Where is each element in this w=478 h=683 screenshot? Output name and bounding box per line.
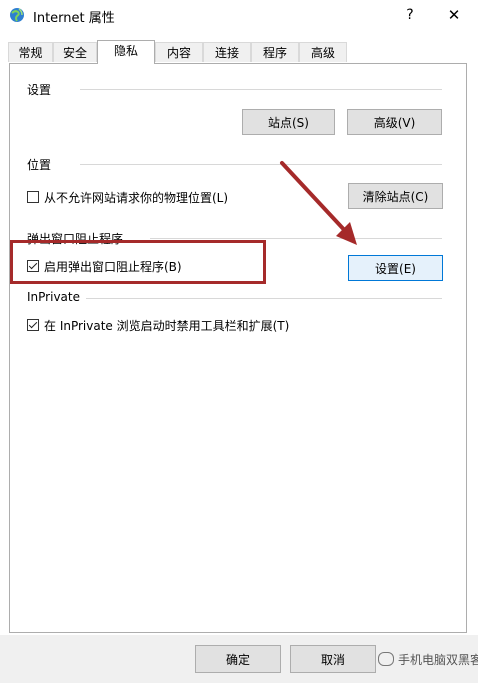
ok-button[interactable]: 确定 xyxy=(195,645,281,673)
annotation-arrow xyxy=(280,161,357,245)
tab-privacy[interactable]: 隐私 xyxy=(97,40,155,64)
watermark: 手机电脑双黑客 xyxy=(378,651,478,668)
watermark-text: 手机电脑双黑客 xyxy=(398,653,478,667)
cancel-button[interactable]: 取消 xyxy=(290,645,376,673)
wechat-icon xyxy=(378,652,394,666)
